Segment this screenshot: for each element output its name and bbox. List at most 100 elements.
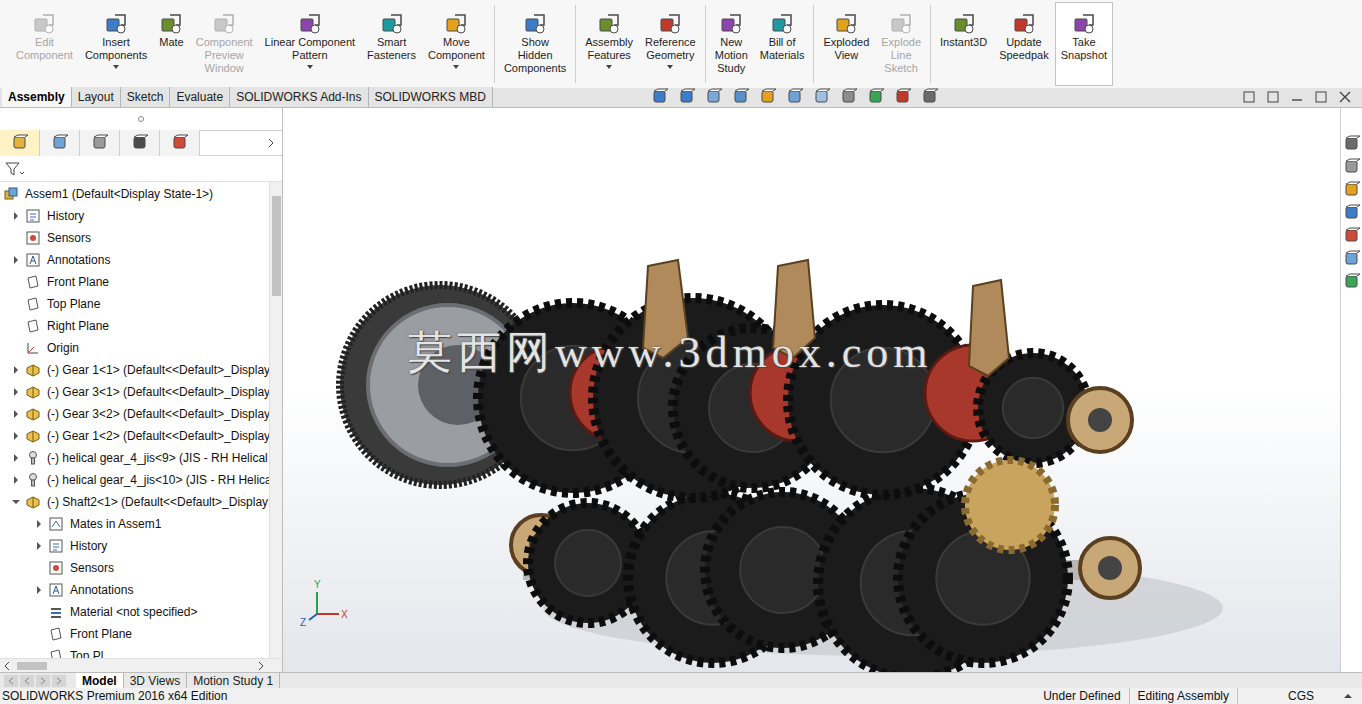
view-tool-icon[interactable] xyxy=(894,88,912,106)
tree-item[interactable]: Mates in Assem1 xyxy=(0,513,269,535)
task-pane-icon[interactable] xyxy=(1343,181,1361,199)
task-pane-icon[interactable] xyxy=(1343,135,1361,153)
panel-tab[interactable] xyxy=(0,130,40,156)
tree-item[interactable]: (-) Gear 3<1> (Default<<Default>_Display xyxy=(0,381,269,403)
dropdown-arrow-icon[interactable] xyxy=(113,65,119,69)
view-tool-icon[interactable] xyxy=(678,88,696,106)
tree-item[interactable]: Assem1 (Default<Display State-1>) xyxy=(0,183,269,205)
filter-icon[interactable] xyxy=(5,161,25,177)
window-control-icon[interactable] xyxy=(1290,90,1304,104)
dropdown-arrow-icon[interactable] xyxy=(667,65,673,69)
tab-scroll-icon[interactable] xyxy=(20,675,34,687)
view-tool-icon[interactable] xyxy=(813,88,831,106)
tree-item[interactable]: (-) helical gear_4_jis<9> (JIS - RH Heli… xyxy=(0,447,269,469)
expand-icon[interactable] xyxy=(12,410,20,418)
tab[interactable]: SOLIDWORKS Add-Ins xyxy=(230,87,368,107)
expand-icon[interactable] xyxy=(12,212,20,220)
expand-icon[interactable] xyxy=(35,520,43,528)
tree-item[interactable]: Annotations xyxy=(0,249,269,271)
tab[interactable]: Sketch xyxy=(121,87,171,107)
dropdown-arrow-icon[interactable] xyxy=(606,65,612,69)
view-tool-icon[interactable] xyxy=(786,88,804,106)
task-pane-icon[interactable] xyxy=(1343,273,1361,291)
tree-item[interactable]: Right Plane xyxy=(0,315,269,337)
dropdown-arrow-icon[interactable] xyxy=(307,65,313,69)
tree-item[interactable]: Origin xyxy=(0,337,269,359)
window-control-icon[interactable] xyxy=(1338,90,1352,104)
tree-item[interactable]: Top Plane xyxy=(0,293,269,315)
expand-icon[interactable] xyxy=(12,366,20,374)
expand-icon[interactable] xyxy=(12,476,20,484)
panel-tab-icon[interactable] xyxy=(131,134,149,152)
view-tool-icon[interactable] xyxy=(921,88,939,106)
window-control-icon[interactable] xyxy=(1266,90,1280,104)
gearbox-render[interactable] xyxy=(283,108,1340,672)
command-button[interactable]: ExplodedView xyxy=(817,2,875,86)
expand-icon[interactable] xyxy=(35,586,43,594)
task-pane-icon[interactable] xyxy=(1343,227,1361,245)
expand-icon[interactable] xyxy=(12,432,20,440)
tree-item[interactable]: Material <not specified> xyxy=(0,601,269,623)
task-pane-icon[interactable] xyxy=(1343,204,1361,222)
bottom-tab[interactable]: Model xyxy=(76,673,124,689)
graphics-area[interactable]: 莫西网www.3dmox.comYXZ xyxy=(283,108,1340,672)
tree-item[interactable]: (-) helical gear_4_jis<10> (JIS - RH Hel… xyxy=(0,469,269,491)
bottom-tab[interactable]: 3D Views xyxy=(124,673,187,689)
command-button[interactable]: TakeSnapshot xyxy=(1055,2,1113,86)
collapse-icon[interactable] xyxy=(12,498,20,506)
tab-scroll-icon[interactable] xyxy=(36,675,50,687)
panel-tab[interactable] xyxy=(120,130,160,156)
scroll-left-icon[interactable] xyxy=(3,662,11,670)
tree-item[interactable]: Front Plane xyxy=(0,271,269,293)
panel-more-icon[interactable] xyxy=(266,138,276,148)
tree-item[interactable]: (-) Gear 1<2> (Default<<Default>_Display xyxy=(0,425,269,447)
panel-tab[interactable] xyxy=(160,130,200,156)
view-tool-icon[interactable] xyxy=(705,88,723,106)
command-button[interactable]: Instant3D xyxy=(934,2,993,86)
tree-item[interactable]: Annotations xyxy=(0,579,269,601)
command-button[interactable]: Mate xyxy=(153,2,189,86)
panel-tab-icon[interactable] xyxy=(51,134,69,152)
command-button[interactable]: SmartFasteners xyxy=(361,2,422,86)
tree-item[interactable]: Sensors xyxy=(0,557,269,579)
expand-icon[interactable] xyxy=(12,256,20,264)
dropdown-arrow-icon[interactable] xyxy=(453,65,459,69)
tab-scroll-icon[interactable] xyxy=(4,675,18,687)
command-button[interactable]: Bill ofMaterials xyxy=(754,2,811,86)
panel-tab[interactable] xyxy=(40,130,80,156)
tab[interactable]: SOLIDWORKS MBD xyxy=(369,87,493,107)
view-tool-icon[interactable] xyxy=(732,88,750,106)
command-button[interactable]: InsertComponents xyxy=(79,2,153,86)
view-tool-icon[interactable] xyxy=(840,88,858,106)
tree-item[interactable]: (-) Gear 1<1> (Default<<Default>_Display xyxy=(0,359,269,381)
command-button[interactable]: Linear ComponentPattern xyxy=(259,2,362,86)
command-button[interactable]: NewMotionStudy xyxy=(709,2,754,86)
view-tool-icon[interactable] xyxy=(651,88,669,106)
tab[interactable]: Evaluate xyxy=(170,87,230,107)
tree-item[interactable]: Front Plane xyxy=(0,623,269,645)
panel-tab-icon[interactable] xyxy=(91,134,109,152)
window-control-icon[interactable] xyxy=(1242,90,1256,104)
bottom-tab[interactable]: Motion Study 1 xyxy=(187,673,280,689)
command-button[interactable]: ShowHiddenComponents xyxy=(498,2,572,86)
scroll-right-icon[interactable] xyxy=(257,662,265,670)
tree-item[interactable]: History xyxy=(0,535,269,557)
units-menu-icon[interactable] xyxy=(1344,692,1352,700)
expand-icon[interactable] xyxy=(12,388,20,396)
panel-handle[interactable] xyxy=(138,116,144,122)
command-button[interactable]: ExplodeLineSketch xyxy=(875,2,927,86)
tab[interactable]: Assembly xyxy=(2,87,72,107)
view-tool-icon[interactable] xyxy=(759,88,777,106)
window-control-icon[interactable] xyxy=(1314,90,1328,104)
command-button[interactable]: EditComponent xyxy=(10,2,79,86)
tree-item[interactable]: (-) Gear 3<2> (Default<<Default>_Display xyxy=(0,403,269,425)
command-button[interactable]: ComponentPreviewWindow xyxy=(190,2,259,86)
tree-item[interactable]: Sensors xyxy=(0,227,269,249)
tree-item[interactable]: Top Pl xyxy=(0,645,269,658)
expand-icon[interactable] xyxy=(12,454,20,462)
expand-icon[interactable] xyxy=(35,542,43,550)
tree-item[interactable]: (-) Shaft2<1> (Default<<Default>_Display xyxy=(0,491,269,513)
command-button[interactable]: MoveComponent xyxy=(422,2,491,86)
command-button[interactable]: UpdateSpeedpak xyxy=(993,2,1055,86)
task-pane-icon[interactable] xyxy=(1343,158,1361,176)
